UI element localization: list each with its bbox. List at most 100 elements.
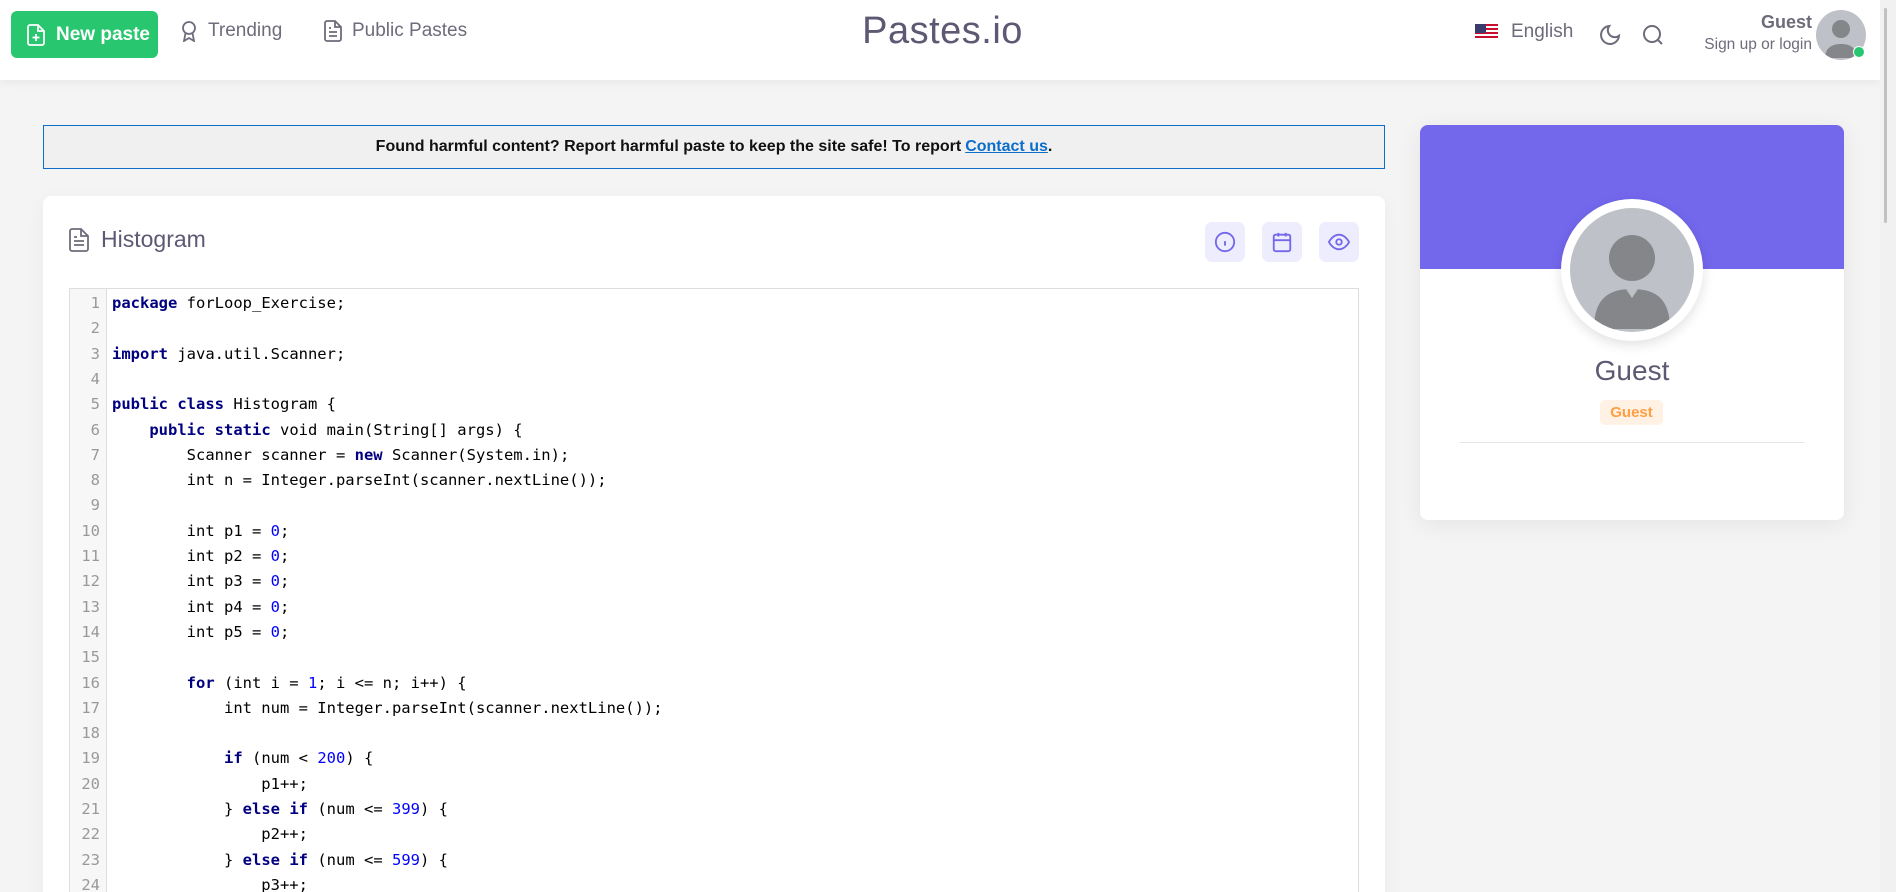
code-line: 20 p1++; — [70, 772, 1358, 797]
line-number: 14 — [81, 622, 100, 641]
code-text: p1++; — [112, 774, 308, 793]
role-badge: Guest — [1600, 400, 1663, 425]
profile-divider — [1460, 442, 1804, 443]
line-number: 3 — [90, 344, 100, 363]
line-number: 12 — [81, 572, 100, 591]
code-line: 12 int p3 = 0; — [70, 569, 1358, 594]
line-number: 15 — [81, 648, 100, 667]
code-text: int n = Integer.parseInt(scanner.nextLin… — [112, 471, 607, 490]
line-number: 7 — [90, 445, 100, 464]
code-line: 16 for (int i = 1; i <= n; i++) { — [70, 671, 1358, 696]
code-line: 17 int num = Integer.parseInt(scanner.ne… — [70, 696, 1358, 721]
code-line: 2 — [70, 316, 1358, 341]
line-number: 13 — [81, 597, 100, 616]
code-line: 19 if (num < 200) { — [70, 746, 1358, 771]
line-number: 19 — [81, 749, 100, 768]
line-number: 21 — [81, 800, 100, 818]
nav-trending-label: Trending — [208, 20, 283, 41]
us-flag-icon — [1475, 24, 1498, 40]
line-number: 11 — [81, 547, 100, 565]
contact-us-link[interactable]: Contact us — [965, 138, 1048, 156]
code-line: 3 import java.util.Scanner; — [70, 342, 1358, 367]
line-number: 2 — [90, 319, 100, 338]
info-icon — [1214, 231, 1236, 253]
nav-trending[interactable]: Trending — [180, 20, 282, 42]
code-text: Scanner scanner = new Scanner(System.in)… — [112, 445, 570, 464]
line-number: 17 — [81, 698, 100, 717]
code-viewer[interactable]: 1 package forLoop_Exercise; 2 3 import java.… — [69, 288, 1359, 892]
moon-icon — [1600, 24, 1621, 45]
line-number: 16 — [81, 673, 100, 692]
author-profile-card: Guest Guest — [1420, 125, 1844, 520]
code-line: 22 p2++; — [70, 822, 1358, 847]
line-number: 24 — [81, 875, 100, 892]
line-number: 5 — [90, 395, 100, 414]
code-text: public static void main(String[] args) { — [149, 420, 523, 439]
code-text: int p1 = 0; — [112, 521, 290, 540]
code-text: if (num < 200) { — [223, 749, 374, 768]
code-line: 18 — [70, 721, 1358, 746]
code-text: for (int i = 1; i <= n; i++) { — [186, 673, 467, 692]
page-scrollbar[interactable] — [1880, 0, 1896, 892]
profile-avatar — [1561, 199, 1703, 341]
user-silhouette-icon — [1594, 235, 1670, 329]
code-line: 23 } else if (num <= 599) { — [70, 848, 1358, 873]
code-text: } else if (num <= 599) { — [112, 850, 448, 869]
code-line: 13 int p4 = 0; — [70, 595, 1358, 620]
code-text: int p4 = 0; — [112, 597, 290, 616]
code-text: int num = Integer.parseInt(scanner.nextL… — [112, 698, 663, 717]
award-icon — [182, 21, 196, 42]
scrollbar-thumb[interactable] — [1884, 8, 1887, 223]
code-text: int p5 = 0; — [112, 622, 290, 641]
line-number: 20 — [81, 774, 100, 793]
online-status-dot — [1853, 46, 1865, 58]
code-line: 8 int n = Integer.parseInt(scanner.nextL… — [70, 468, 1358, 493]
harmful-content-notice: Found harmful content? Report harmful pa… — [43, 125, 1385, 169]
nav-public-pastes[interactable]: Public Pastes — [324, 20, 467, 42]
line-number: 18 — [81, 724, 100, 743]
line-number: 22 — [81, 825, 100, 844]
line-number: 10 — [81, 521, 100, 540]
file-text-icon — [324, 20, 342, 42]
sign-up-login-link[interactable]: Sign up or login — [1704, 36, 1812, 54]
new-paste-button[interactable]: New paste — [11, 11, 158, 58]
user-menu[interactable]: Guest Sign up or login — [1704, 12, 1812, 54]
top-navbar: New paste Trending Public Pastes Pastes.… — [0, 0, 1880, 80]
code-text: p2++; — [112, 825, 308, 844]
line-number: 4 — [90, 369, 100, 388]
code-line: 14 int p5 = 0; — [70, 620, 1358, 645]
views-button[interactable] — [1319, 222, 1359, 262]
line-number: 8 — [90, 471, 100, 490]
search-button[interactable] — [1640, 22, 1666, 48]
new-paste-label: New paste — [56, 23, 150, 45]
notice-suffix: . — [1047, 138, 1053, 155]
code-line: 7 Scanner scanner = new Scanner(System.i… — [70, 443, 1358, 468]
code-line: 9 — [70, 493, 1358, 518]
user-name: Guest — [1760, 12, 1812, 32]
code-line: 10 int p1 = 0; — [70, 519, 1358, 544]
notice-text: Found harmful content? Report harmful pa… — [375, 138, 962, 155]
language-label: English — [1511, 21, 1574, 42]
dark-mode-toggle[interactable] — [1597, 22, 1623, 48]
line-number: 23 — [81, 850, 100, 869]
code-text: import java.util.Scanner; — [112, 344, 346, 363]
code-text: } else if (num <= 399) { — [112, 800, 448, 818]
info-button[interactable] — [1205, 222, 1245, 262]
language-selector[interactable]: English — [1475, 21, 1573, 43]
code-line: 1 package forLoop_Exercise; — [70, 291, 1358, 316]
nav-public-pastes-label: Public Pastes — [352, 20, 468, 41]
line-number: 1 — [90, 294, 100, 312]
code-text: int p3 = 0; — [112, 572, 290, 591]
line-number: 9 — [90, 496, 100, 515]
code-text: int p2 = 0; — [112, 547, 290, 565]
code-text: p3++; — [112, 875, 308, 892]
paste-title-text: Histogram — [101, 226, 206, 252]
code-line: 24 p3++; — [70, 873, 1358, 892]
line-number: 6 — [90, 420, 100, 439]
site-logo[interactable]: Pastes.io — [820, 10, 1065, 53]
paste-card: Histogram 1 package forLoop_Exercise; 2 3 im… — [43, 196, 1385, 892]
file-plus-icon — [27, 23, 45, 46]
code-text: public class Histogram { — [112, 395, 336, 414]
calendar-button[interactable] — [1262, 222, 1302, 262]
code-line: 6 public static void main(String[] args)… — [70, 418, 1358, 443]
